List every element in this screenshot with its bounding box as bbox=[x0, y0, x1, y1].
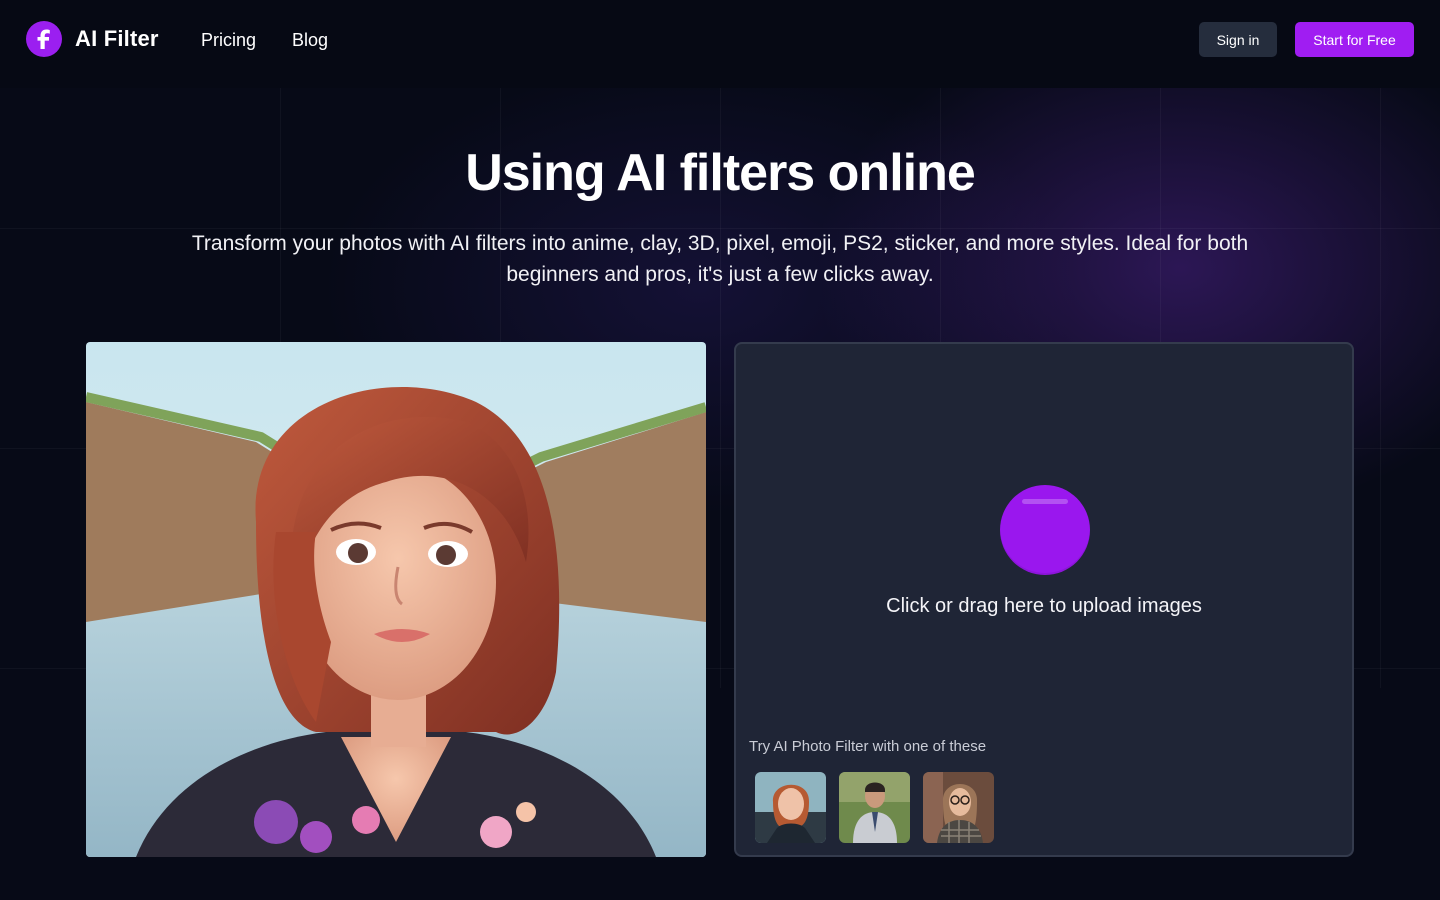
sample-images-label: Try AI Photo Filter with one of these bbox=[749, 738, 987, 755]
page: AI Filter Pricing Blog Sign in Start for… bbox=[0, 0, 1440, 900]
nav-link-pricing[interactable]: Pricing bbox=[201, 30, 256, 51]
start-for-free-button[interactable]: Start for Free bbox=[1295, 22, 1414, 57]
sample-image-man-in-suit[interactable] bbox=[839, 772, 910, 843]
main-nav: Pricing Blog bbox=[201, 30, 328, 51]
logo-icon bbox=[26, 21, 62, 57]
upload-dropzone[interactable]: Click or drag here to upload images Try … bbox=[734, 342, 1354, 857]
example-anime-portrait-image bbox=[86, 342, 706, 857]
page-subtitle: Transform your photos with AI filters in… bbox=[191, 232, 1249, 286]
upload-prompt: Click or drag here to upload images bbox=[886, 595, 1202, 617]
page-title: Using AI filters online bbox=[465, 144, 976, 202]
sign-in-button[interactable]: Sign in bbox=[1199, 22, 1277, 57]
nav-link-blog[interactable]: Blog bbox=[292, 30, 328, 51]
upload-icon bbox=[1000, 485, 1090, 575]
sample-image-red-haired-woman[interactable] bbox=[755, 772, 826, 843]
logo[interactable]: AI Filter bbox=[26, 21, 159, 57]
sample-images-list bbox=[755, 772, 994, 843]
sample-image-woman-with-glasses[interactable] bbox=[923, 772, 994, 843]
logo-text: AI Filter bbox=[75, 26, 159, 51]
top-navbar: AI Filter Pricing Blog Sign in Start for… bbox=[0, 0, 1440, 88]
